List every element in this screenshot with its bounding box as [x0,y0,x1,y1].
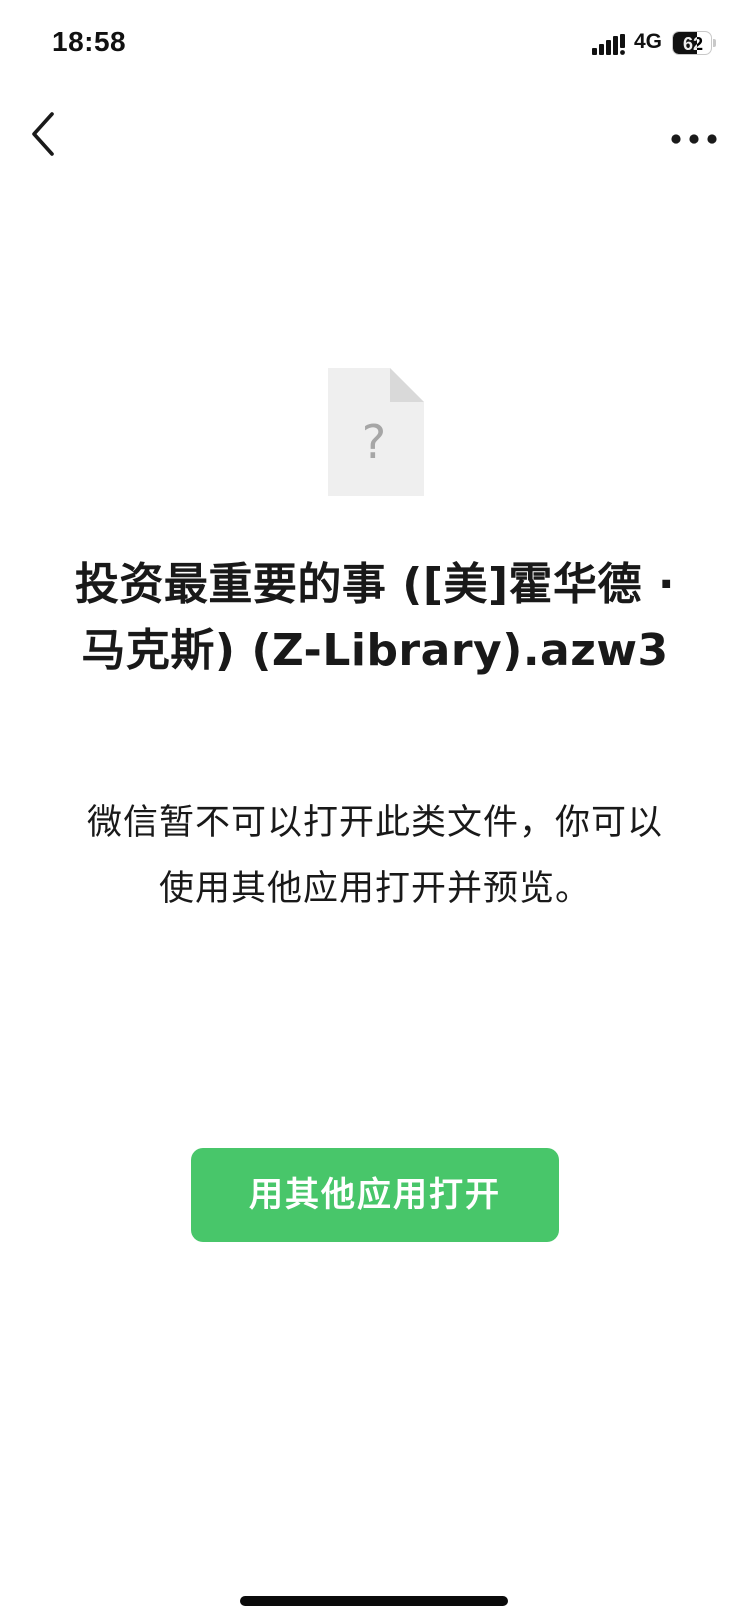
unknown-file-icon: ? [328,368,424,496]
more-dots-icon [671,134,717,144]
cellular-signal-icon [592,34,625,55]
file-icon-glyph: ? [362,415,386,469]
file-preview-screen: 18:58 4G 62 ? 投资最重要的事 ([美]霍华德 · 马克斯) (Z-… [0,0,750,1624]
back-button[interactable] [18,100,78,164]
chevron-left-icon [32,112,54,156]
battery-cap [713,39,716,47]
battery-body: 62 [672,31,712,55]
open-with-other-app-button[interactable]: 用其他应用打开 [191,1148,559,1242]
battery-level: 62 [682,34,704,54]
more-options-button[interactable] [662,102,726,162]
navigation-bar [0,90,750,174]
file-name: 投资最重要的事 ([美]霍华德 · 马克斯) (Z-Library).azw3 [74,559,676,676]
battery-icon: 62 [672,31,716,55]
unsupported-file-message: 微信暂不可以打开此类文件，你可以使用其他应用打开并预览。 [86,803,663,909]
network-type: 4G [634,30,663,53]
status-bar: 18:58 4G 62 [0,0,750,90]
status-time: 18:58 [52,26,127,57]
home-indicator[interactable] [240,1596,508,1606]
